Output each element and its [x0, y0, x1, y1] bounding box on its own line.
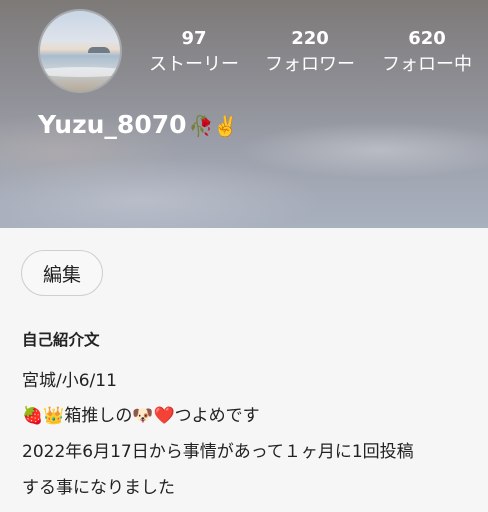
stories-label: ストーリー	[149, 54, 239, 75]
avatar-island-shape	[88, 47, 110, 53]
profile-header: 97 ストーリー 220 フォロワー 620 フォロー中 Yuzu_8070 🥀✌…	[0, 0, 488, 228]
bio-heading: 自己紹介文	[22, 331, 100, 349]
bio-line: 🍓👑箱推しの🐶❤️つよめです	[22, 406, 260, 426]
bio-line: する事になりました	[22, 478, 175, 498]
username: Yuzu_8070 🥀✌️	[38, 109, 238, 142]
followers-label: フォロワー	[265, 54, 355, 75]
followers-count: 220	[291, 28, 329, 49]
followers-stat[interactable]: 220 フォロワー	[255, 28, 365, 78]
following-label: フォロー中	[382, 54, 472, 75]
edit-profile-button[interactable]: 編集	[21, 250, 103, 296]
stories-stat[interactable]: 97 ストーリー	[139, 28, 249, 78]
avatar-wave-shape	[40, 67, 120, 77]
username-emoji: 🥀✌️	[188, 114, 239, 138]
avatar[interactable]	[38, 9, 122, 93]
bio-line: 宮城/小6/11	[22, 371, 117, 391]
following-count: 620	[408, 28, 446, 49]
following-stat[interactable]: 620 フォロー中	[372, 28, 482, 78]
bio-line: 2022年6月17日から事情があって１ヶ月に1回投稿	[22, 442, 414, 462]
stories-count: 97	[181, 28, 207, 49]
username-text: Yuzu_8070	[38, 110, 187, 139]
